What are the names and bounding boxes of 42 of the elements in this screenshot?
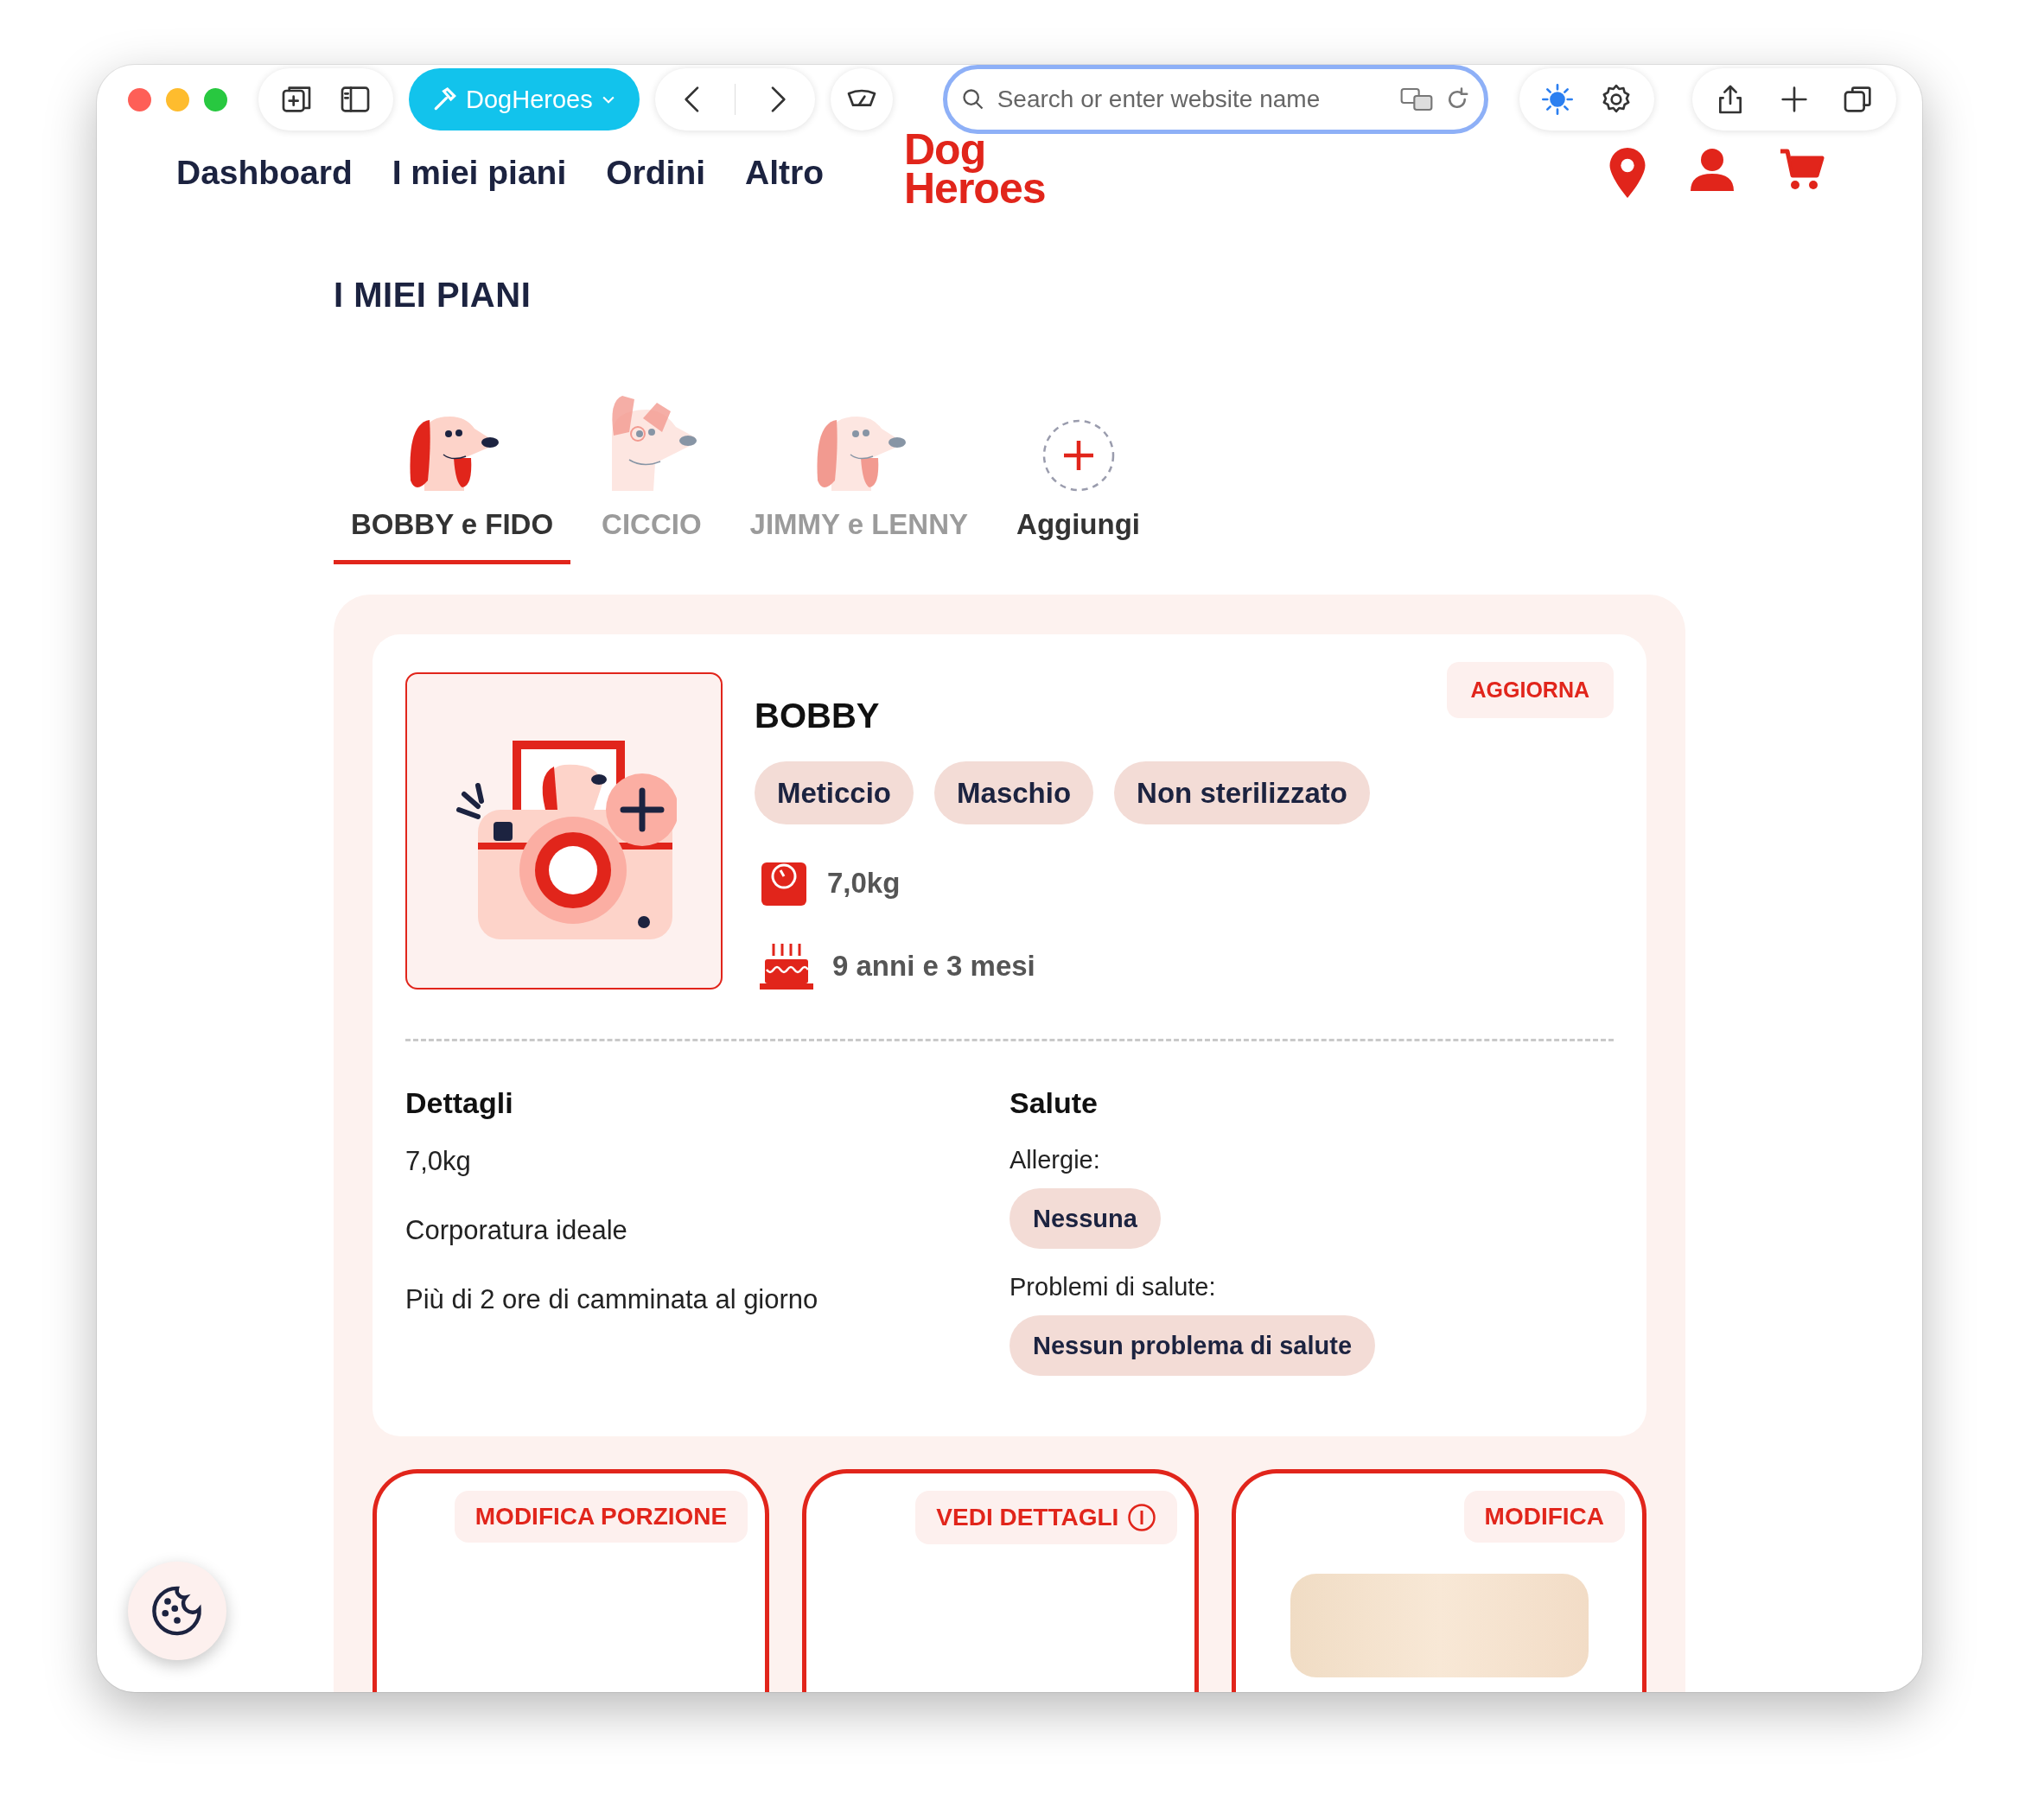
nav-link[interactable]: Ordini: [606, 153, 706, 192]
dog-tag: Non sterilizzato: [1114, 761, 1370, 824]
user-icon[interactable]: [1689, 147, 1736, 191]
address-field[interactable]: Search or enter website name: [995, 85, 1389, 114]
plus-icon: [1041, 418, 1116, 493]
nav-link[interactable]: I miei piani: [392, 153, 567, 192]
section-heading: Dettagli: [405, 1086, 514, 1120]
weight-text: 7,0kg: [827, 867, 901, 900]
search-icon: [960, 87, 985, 111]
info-icon: [1127, 1503, 1157, 1532]
cart-icon[interactable]: [1779, 147, 1825, 191]
dog-tab[interactable]: CICCIO: [584, 389, 719, 564]
details-button[interactable]: VEDI DETTAGLI: [915, 1491, 1178, 1544]
health-label: Allergie:: [1010, 1146, 1101, 1174]
dog-tab[interactable]: JIMMY e LENNY: [732, 389, 986, 564]
address-bar[interactable]: Search or enter website name: [942, 65, 1488, 134]
health-tag: Nessuna: [1010, 1188, 1161, 1249]
health-label: Problemi di salute:: [1010, 1273, 1217, 1301]
page-title: I MIEI PIANI: [334, 276, 532, 315]
dog-tag: Maschio: [934, 761, 1094, 824]
update-button[interactable]: AGGIORNA: [1446, 662, 1614, 718]
dog-tab[interactable]: Aggiungi: [999, 389, 1157, 564]
detail-text: 7,0kg: [405, 1146, 472, 1177]
dog-tab[interactable]: BOBBY e FIDO: [334, 389, 571, 564]
photo-upload[interactable]: [405, 672, 723, 990]
edit-button[interactable]: MODIFICA PORZIONE: [454, 1491, 748, 1543]
map-pin-icon[interactable]: [1609, 147, 1646, 198]
cake-icon: [760, 942, 813, 990]
brightness-icon[interactable]: [1540, 82, 1575, 117]
cookie-button[interactable]: [128, 1562, 226, 1660]
dog-name: BOBBY: [755, 697, 880, 735]
section-heading: Salute: [1010, 1086, 1099, 1120]
edit-button[interactable]: MODIFICA: [1463, 1491, 1625, 1543]
health-tag: Nessun problema di salute: [1010, 1315, 1376, 1376]
translate-icon[interactable]: [1399, 86, 1434, 113]
nav-link[interactable]: Dashboard: [176, 153, 353, 192]
close-button[interactable]: [128, 87, 151, 111]
detail-text: Più di 2 ore di camminata al giorno: [405, 1284, 819, 1315]
age-text: 9 anni e 3 mesi: [832, 950, 1035, 983]
detail-text: Corporatura ideale: [405, 1215, 628, 1246]
dog-tag: Meticcio: [755, 761, 914, 824]
nav-link[interactable]: Altro: [745, 153, 825, 192]
